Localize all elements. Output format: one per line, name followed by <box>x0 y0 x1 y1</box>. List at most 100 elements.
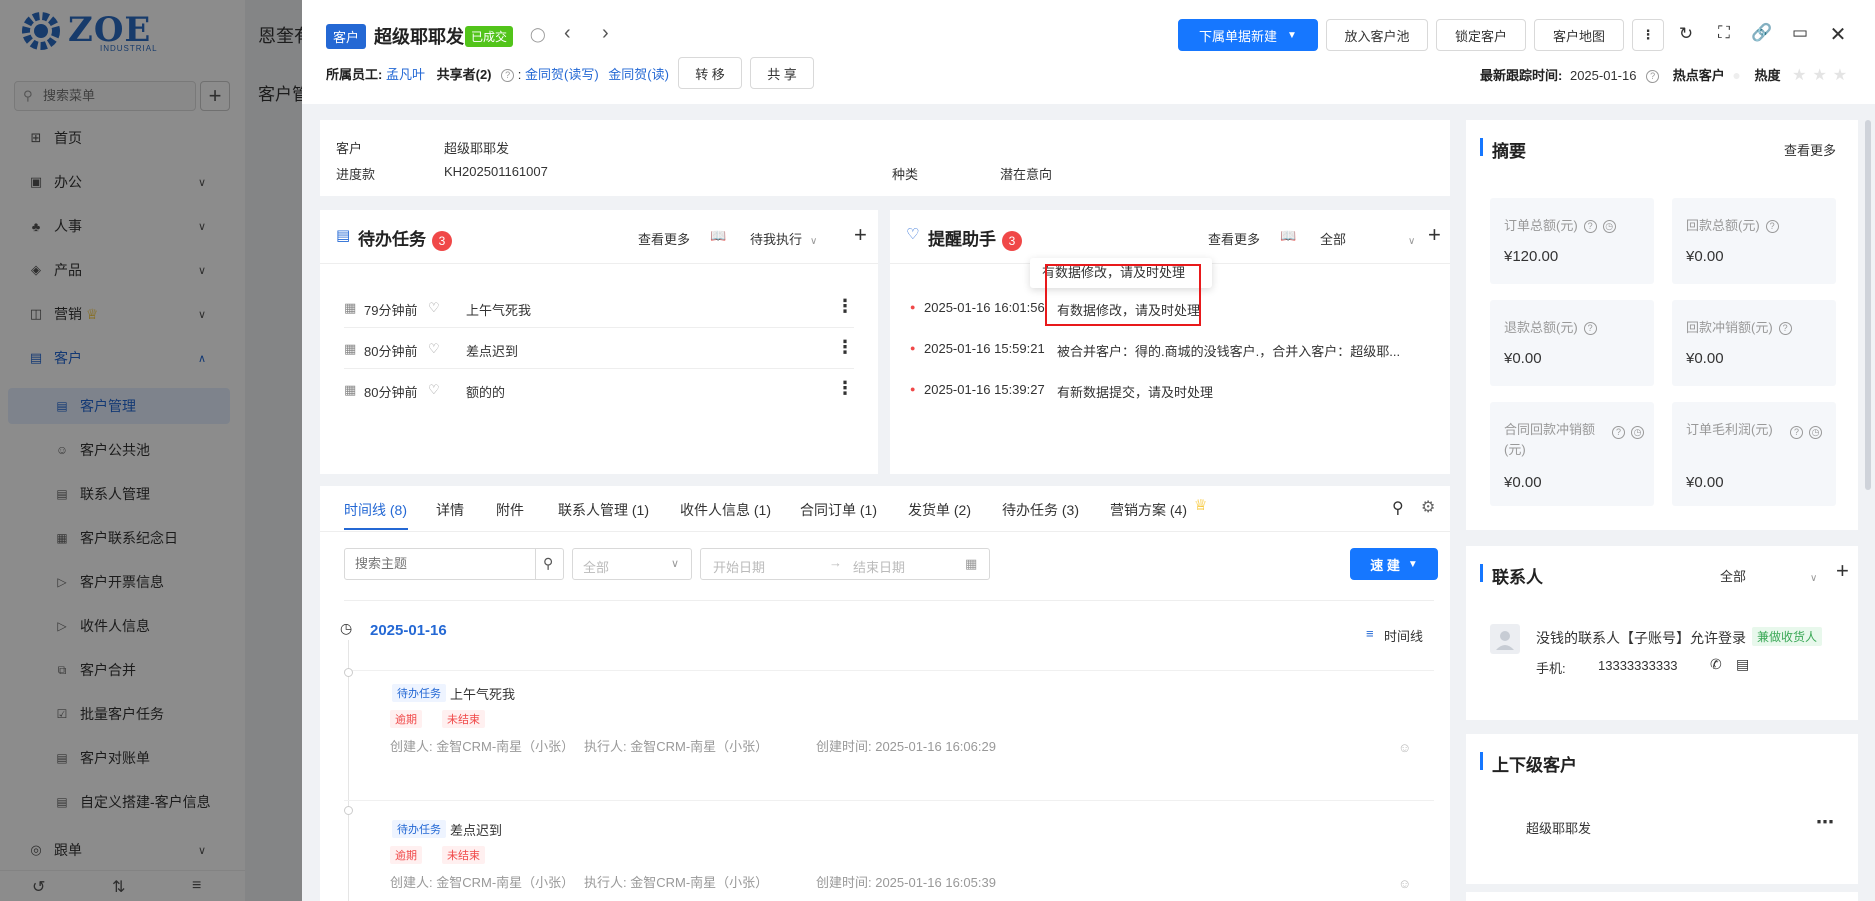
search-icon[interactable]: ⚲ <box>1392 498 1404 518</box>
chevron-left-icon[interactable]: ‹ <box>564 22 571 45</box>
clock-icon[interactable]: ◷ <box>1631 426 1644 439</box>
reminder-text[interactable]: 被合并客户：得的.商城的没钱客户.，合并入客户：超级耶... <box>1057 341 1400 360</box>
stat-value: ¥0.00 <box>1686 248 1724 265</box>
shield-icon[interactable]: ◯ <box>530 26 546 43</box>
new-sub-document-label: 下属单据新建 <box>1199 28 1278 44</box>
more-vertical-icon[interactable]: ⋮ <box>836 337 854 358</box>
transfer-button[interactable]: 转 移 <box>678 57 742 89</box>
help-icon[interactable]: ? <box>501 69 515 82</box>
bell-icon: ♡ <box>428 341 440 356</box>
divider <box>344 800 1434 801</box>
refresh-icon[interactable]: ↻ <box>1674 24 1698 44</box>
todo-filter-value: 待我执行 <box>750 232 803 247</box>
quick-create-button[interactable]: 速 建 ▼ <box>1350 548 1438 580</box>
help-icon[interactable]: ? <box>1765 220 1779 233</box>
clock-icon[interactable]: ◷ <box>1809 426 1822 439</box>
scrollbar-thumb[interactable] <box>1865 120 1871 490</box>
reminder-more-link[interactable]: 查看更多 <box>1208 229 1260 248</box>
date-range-picker[interactable]: 开始日期 → 结束日期 ▦ <box>700 548 990 580</box>
timeline-view-toggle[interactable]: 时间线 <box>1384 626 1423 645</box>
todo-more-link[interactable]: 查看更多 <box>638 229 690 248</box>
owner-name-link[interactable]: 孟凡叶 <box>386 67 425 82</box>
tab-contracts[interactable]: 合同订单 (1) <box>800 500 877 520</box>
help-icon[interactable]: ? <box>1612 426 1625 439</box>
timeline-type-select[interactable]: 全部 ∨ <box>572 548 692 580</box>
message-icon[interactable]: ▤ <box>1736 656 1749 673</box>
todo-filter-select[interactable]: 待我执行 ∨ <box>750 229 817 248</box>
sharer-link-1[interactable]: 金同贺(读写) <box>525 67 599 82</box>
help-icon[interactable]: ? <box>1790 426 1803 439</box>
lock-customer-button[interactable]: 锁定客户 <box>1436 19 1526 51</box>
smile-icon[interactable]: ☺ <box>1398 876 1411 891</box>
entry-title: 差点迟到 <box>450 823 503 838</box>
help-icon[interactable]: ? <box>1583 220 1597 233</box>
phone-icon[interactable]: ✆ <box>1710 656 1722 673</box>
window-icon[interactable]: ▭ <box>1788 23 1812 43</box>
arrow-right-icon: → <box>829 555 842 570</box>
more-horizontal-icon[interactable]: ⋯ <box>1816 812 1834 833</box>
share-button[interactable]: 共 享 <box>750 57 814 89</box>
stat-value: ¥0.00 <box>1504 350 1542 367</box>
book-icon[interactable]: 📖 <box>1280 228 1296 244</box>
clock-icon[interactable]: ◷ <box>1602 220 1616 233</box>
add-reminder-icon[interactable]: + <box>1428 222 1441 248</box>
summary-more-link[interactable]: 查看更多 <box>1784 140 1836 159</box>
customer-map-button[interactable]: 客户地图 <box>1534 19 1624 51</box>
reminder-text[interactable]: 有新数据提交，请及时处理 <box>1057 382 1213 401</box>
more-actions-button[interactable]: ⋮ <box>1632 19 1664 51</box>
entry-created-time: 创建时间: 2025-01-16 16:06:29 <box>816 739 996 754</box>
title-accent-bar <box>1480 564 1483 582</box>
smile-icon[interactable]: ☺ <box>1398 740 1411 755</box>
tab-shipments[interactable]: 发货单 (2) <box>908 500 971 520</box>
contacts-filter-select[interactable]: 全部 ∨ <box>1720 566 1817 585</box>
gear-icon[interactable]: ⚙ <box>1421 497 1435 517</box>
fullscreen-icon[interactable]: ⛶ <box>1712 23 1736 43</box>
link-icon[interactable]: 🔗 <box>1750 23 1774 43</box>
entry-title: 上午气死我 <box>450 687 516 702</box>
tab-marketing[interactable]: 营销方案 (4) <box>1110 500 1187 520</box>
hot-toggle-icon[interactable]: ● <box>1732 67 1740 83</box>
help-icon[interactable]: ? <box>1583 322 1597 335</box>
new-sub-document-button[interactable]: 下属单据新建 ▼ <box>1178 19 1318 51</box>
close-icon[interactable]: ✕ <box>1826 22 1850 47</box>
sharer-link-2[interactable]: 金同贺(读) <box>608 67 669 82</box>
bell-icon: ♡ <box>906 226 920 243</box>
highlight-box <box>1045 264 1201 326</box>
help-icon[interactable]: ? <box>1778 322 1792 335</box>
reminder-filter-select[interactable]: 全部 ∨ <box>1320 229 1415 248</box>
heat-stars[interactable]: ★★★ <box>1792 67 1853 84</box>
tab-recipients[interactable]: 收件人信息 (1) <box>680 500 771 520</box>
modal-overlay[interactable] <box>0 0 302 901</box>
move-to-pool-button[interactable]: 放入客户池 <box>1326 19 1428 51</box>
tab-timeline[interactable]: 时间线 (8) <box>344 500 407 520</box>
divider <box>320 531 1450 532</box>
clock-icon: ◷ <box>340 620 353 636</box>
add-todo-icon[interactable]: + <box>854 222 867 248</box>
timeline-view-icon: ≡ <box>1366 626 1374 641</box>
overdue-tag: 逾期 <box>390 846 422 864</box>
timeline-search-box[interactable]: ⚲ <box>344 548 564 580</box>
help-icon[interactable]: ? <box>1646 70 1660 83</box>
tab-contacts[interactable]: 联系人管理 (1) <box>558 500 649 520</box>
tab-todo[interactable]: 待办任务 (3) <box>1002 500 1079 520</box>
chevron-right-icon[interactable]: › <box>602 22 609 45</box>
add-contact-icon[interactable]: + <box>1836 558 1849 584</box>
phone-label: 手机: <box>1536 661 1566 676</box>
search-icon[interactable]: ⚲ <box>543 555 553 572</box>
book-icon[interactable]: 📖 <box>710 228 726 244</box>
tab-details[interactable]: 详情 <box>436 500 464 520</box>
more-vertical-icon[interactable]: ⋮ <box>836 378 854 399</box>
hierarchy-item[interactable]: 超级耶耶发 <box>1526 818 1591 837</box>
tab-attachments[interactable]: 附件 <box>496 500 524 520</box>
more-vertical-icon[interactable]: ⋮ <box>836 296 854 317</box>
todo-time: 80分钟前 <box>364 385 418 400</box>
entry-creator: 创建人: 金智CRM-南星（小张） <box>390 739 575 754</box>
timeline-search-input[interactable] <box>355 556 525 571</box>
title-accent-bar <box>1480 138 1483 156</box>
chevron-down-icon: ∨ <box>671 558 680 570</box>
divider <box>320 263 878 264</box>
calendar-icon: ▦ <box>344 341 357 356</box>
todo-count-badge: 3 <box>432 231 452 251</box>
entry-created-time: 创建时间: 2025-01-16 16:05:39 <box>816 875 996 890</box>
contact-name-link[interactable]: 没钱的联系人【子账号】允许登录 <box>1536 628 1746 648</box>
